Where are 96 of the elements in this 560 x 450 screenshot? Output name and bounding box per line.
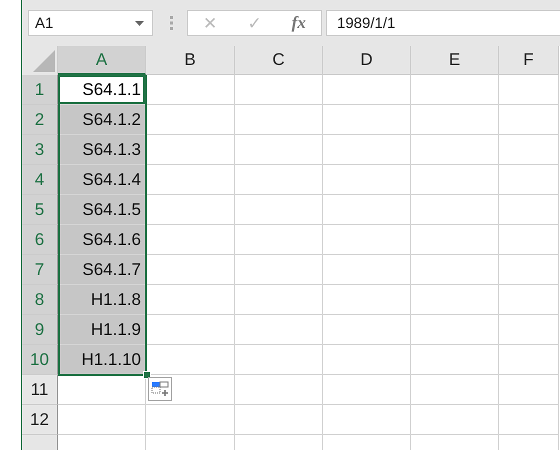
table-cell[interactable] — [323, 405, 411, 435]
table-cell[interactable] — [323, 105, 411, 135]
table-cell[interactable] — [499, 135, 559, 165]
table-cell[interactable] — [146, 405, 235, 435]
table-cell[interactable] — [235, 135, 323, 165]
table-cell[interactable]: S64.1.6 — [58, 225, 146, 255]
table-cell[interactable] — [235, 315, 323, 345]
table-cell[interactable]: H1.1.8 — [58, 285, 146, 315]
drag-handle-icon[interactable] — [170, 16, 173, 30]
table-cell[interactable] — [146, 255, 235, 285]
table-cell[interactable] — [499, 105, 559, 135]
table-cell[interactable] — [146, 135, 235, 165]
table-cell[interactable] — [323, 375, 411, 405]
row-header[interactable]: 8 — [22, 285, 58, 315]
column-header[interactable]: F — [499, 46, 559, 75]
row-header[interactable]: 2 — [22, 105, 58, 135]
column-header[interactable]: A — [58, 46, 146, 75]
insert-function-button[interactable]: fx — [292, 13, 306, 33]
table-cell[interactable]: S64.1.1 — [58, 75, 146, 105]
quick-analysis-icon[interactable] — [148, 377, 172, 401]
column-header[interactable]: B — [146, 46, 235, 75]
table-cell[interactable]: H1.1.10 — [58, 345, 146, 375]
table-cell[interactable] — [411, 135, 499, 165]
table-cell[interactable] — [323, 315, 411, 345]
column-header[interactable]: D — [323, 46, 411, 75]
table-cell[interactable] — [323, 225, 411, 255]
row-header[interactable]: 7 — [22, 255, 58, 285]
table-cell[interactable] — [411, 165, 499, 195]
name-box[interactable]: A1 — [28, 10, 153, 36]
table-cell[interactable]: S64.1.5 — [58, 195, 146, 225]
table-cell[interactable] — [499, 345, 559, 375]
row-header[interactable]: 4 — [22, 165, 58, 195]
table-cell[interactable]: H1.1.9 — [58, 315, 146, 345]
row-header[interactable]: 6 — [22, 225, 58, 255]
row-header[interactable]: 1 — [22, 75, 58, 105]
table-cell[interactable] — [235, 195, 323, 225]
table-cell[interactable] — [323, 195, 411, 225]
table-cell[interactable]: S64.1.3 — [58, 135, 146, 165]
table-cell[interactable] — [235, 105, 323, 135]
row-header[interactable]: 9 — [22, 315, 58, 345]
formula-field[interactable]: 1989/1/1 — [326, 10, 560, 36]
table-cell[interactable] — [235, 345, 323, 375]
table-cell[interactable] — [235, 255, 323, 285]
table-cell[interactable] — [323, 135, 411, 165]
table-cell[interactable] — [411, 405, 499, 435]
table-cell[interactable] — [499, 285, 559, 315]
table-cell[interactable] — [235, 375, 323, 405]
table-cell[interactable] — [411, 375, 499, 405]
table-cell[interactable] — [146, 225, 235, 255]
table-cell[interactable] — [499, 75, 559, 105]
fill-handle[interactable] — [143, 371, 151, 379]
row-header[interactable]: 3 — [22, 135, 58, 165]
table-cell[interactable] — [499, 375, 559, 405]
table-cell[interactable] — [323, 285, 411, 315]
table-cell[interactable] — [235, 225, 323, 255]
table-cell[interactable] — [499, 255, 559, 285]
table-cell[interactable] — [411, 315, 499, 345]
table-cell[interactable]: S64.1.4 — [58, 165, 146, 195]
table-cell[interactable] — [411, 225, 499, 255]
table-cell[interactable] — [411, 255, 499, 285]
row-header[interactable]: 12 — [22, 405, 58, 435]
table-cell[interactable] — [411, 75, 499, 105]
table-cell[interactable] — [146, 285, 235, 315]
table-cell[interactable] — [411, 285, 499, 315]
table-cell[interactable] — [499, 165, 559, 195]
table-cell[interactable] — [499, 195, 559, 225]
table-cell[interactable] — [411, 345, 499, 375]
table-cell[interactable] — [146, 165, 235, 195]
table-cell[interactable] — [499, 315, 559, 345]
table-cell[interactable] — [411, 105, 499, 135]
table-cell[interactable] — [323, 75, 411, 105]
table-cell[interactable] — [146, 75, 235, 105]
table-cell[interactable] — [499, 405, 559, 435]
table-cell[interactable]: S64.1.2 — [58, 105, 146, 135]
table-cell[interactable] — [235, 285, 323, 315]
table-cell[interactable] — [499, 225, 559, 255]
row-header[interactable]: 11 — [22, 375, 58, 405]
select-all-button[interactable] — [22, 46, 58, 75]
row-header[interactable]: 10 — [22, 345, 58, 375]
table-cell[interactable] — [411, 195, 499, 225]
table-cell[interactable] — [323, 345, 411, 375]
table-cell[interactable] — [146, 105, 235, 135]
table-cell[interactable] — [323, 165, 411, 195]
table-cell[interactable] — [235, 165, 323, 195]
table-cell[interactable] — [235, 75, 323, 105]
column-header[interactable]: E — [411, 46, 499, 75]
row-header[interactable]: 5 — [22, 195, 58, 225]
table-cell[interactable]: S64.1.7 — [58, 255, 146, 285]
triangle-icon — [33, 50, 55, 72]
table-cell[interactable] — [146, 195, 235, 225]
table-cell[interactable] — [235, 405, 323, 435]
table-cell[interactable] — [58, 405, 146, 435]
table-cell[interactable] — [323, 255, 411, 285]
dropdown-icon — [135, 20, 144, 26]
table-cell[interactable] — [146, 315, 235, 345]
column-header[interactable]: C — [235, 46, 323, 75]
